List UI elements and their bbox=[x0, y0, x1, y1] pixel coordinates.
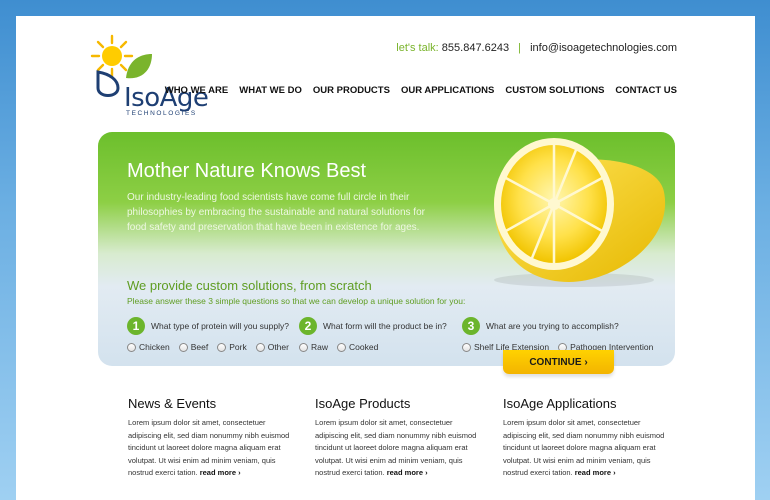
radio-button[interactable] bbox=[255, 342, 265, 352]
contact-separator: | bbox=[518, 42, 522, 54]
radio-button[interactable] bbox=[337, 342, 347, 352]
question-number-badge: 1 bbox=[127, 317, 145, 335]
column-text: Lorem ipsum dolor sit amet, consectetuer… bbox=[315, 417, 480, 480]
hero-panel: Mother Nature Knows Best Our industry-le… bbox=[98, 132, 675, 366]
custom-solutions-subtitle: Please answer these 3 simple questions s… bbox=[127, 296, 466, 306]
read-more-link[interactable]: read more › bbox=[575, 468, 616, 477]
main-nav: WHO WE ARE WHAT WE DO OUR PRODUCTS OUR A… bbox=[165, 85, 677, 96]
question-number-badge: 2 bbox=[299, 317, 317, 335]
option-cooked[interactable]: Cooked bbox=[337, 342, 378, 352]
nav-our-applications[interactable]: OUR APPLICATIONS bbox=[401, 85, 494, 96]
option-pork[interactable]: Pork bbox=[217, 342, 247, 352]
nav-custom-solutions[interactable]: CUSTOM SOLUTIONS bbox=[505, 85, 604, 96]
option-label: Raw bbox=[311, 342, 329, 352]
lemon-image bbox=[494, 138, 666, 287]
option-label: Pork bbox=[229, 342, 247, 352]
nav-contact-us[interactable]: CONTACT US bbox=[615, 85, 677, 96]
leaf-icon bbox=[126, 54, 152, 79]
option-label: Beef bbox=[190, 342, 209, 352]
products-column: IsoAge Products Lorem ipsum dolor sit am… bbox=[315, 396, 480, 480]
option-beef[interactable]: Beef bbox=[178, 342, 209, 352]
read-more-link[interactable]: read more › bbox=[200, 468, 241, 477]
nav-what-we-do[interactable]: WHAT WE DO bbox=[239, 85, 302, 96]
question-number-badge: 3 bbox=[462, 317, 480, 335]
question-text: What are you trying to accomplish? bbox=[486, 321, 619, 331]
column-title: News & Events bbox=[128, 396, 217, 411]
option-label: Other bbox=[267, 342, 289, 352]
drop-icon bbox=[96, 70, 120, 97]
option-label: Cooked bbox=[349, 342, 379, 352]
question-text: What form will the product be in? bbox=[323, 321, 447, 331]
radio-button[interactable] bbox=[299, 342, 308, 352]
read-more-link[interactable]: read more › bbox=[387, 468, 428, 477]
page: IsoAge TECHNOLOGIES let's talk: 855.847.… bbox=[16, 16, 755, 500]
column-title: IsoAge Products bbox=[315, 396, 411, 411]
option-chicken[interactable]: Chicken bbox=[127, 342, 170, 352]
custom-solutions-title: We provide custom solutions, from scratc… bbox=[127, 278, 372, 293]
question-2-options: Raw Cooked bbox=[299, 342, 378, 352]
column-text: Lorem ipsum dolor sit amet, consectetuer… bbox=[128, 417, 293, 480]
email-link[interactable]: info@isoagetechnologies.com bbox=[530, 42, 677, 54]
contact-line: let's talk: 855.847.6243 | info@isoagete… bbox=[396, 42, 677, 54]
sun-icon bbox=[90, 34, 134, 78]
radio-button[interactable] bbox=[462, 342, 471, 352]
logo-tagline: TECHNOLOGIES bbox=[126, 110, 197, 117]
applications-column: IsoAge Applications Lorem ipsum dolor si… bbox=[503, 396, 668, 480]
column-title: IsoAge Applications bbox=[503, 396, 617, 411]
nav-who-we-are[interactable]: WHO WE ARE bbox=[165, 85, 229, 96]
column-text: Lorem ipsum dolor sit amet, consectetuer… bbox=[503, 417, 668, 480]
radio-button[interactable] bbox=[178, 342, 188, 352]
option-raw[interactable]: Raw bbox=[299, 342, 328, 352]
news-events-column: News & Events Lorem ipsum dolor sit amet… bbox=[128, 396, 293, 480]
radio-button[interactable] bbox=[217, 342, 227, 352]
continue-button[interactable]: CONTINUE › bbox=[503, 350, 614, 374]
radio-button[interactable] bbox=[127, 342, 136, 352]
contact-label: let's talk: bbox=[396, 42, 439, 54]
option-label: Chicken bbox=[139, 342, 170, 352]
hero-title: Mother Nature Knows Best bbox=[127, 160, 366, 182]
hero-text: Our industry-leading food scientists hav… bbox=[127, 192, 425, 233]
question-text: What type of protein will you supply? bbox=[151, 321, 289, 331]
nav-our-products[interactable]: OUR PRODUCTS bbox=[313, 85, 390, 96]
option-other[interactable]: Other bbox=[255, 342, 289, 352]
phone-number[interactable]: 855.847.6243 bbox=[442, 42, 509, 54]
question-1-options: Chicken Beef Pork Other bbox=[127, 342, 289, 352]
